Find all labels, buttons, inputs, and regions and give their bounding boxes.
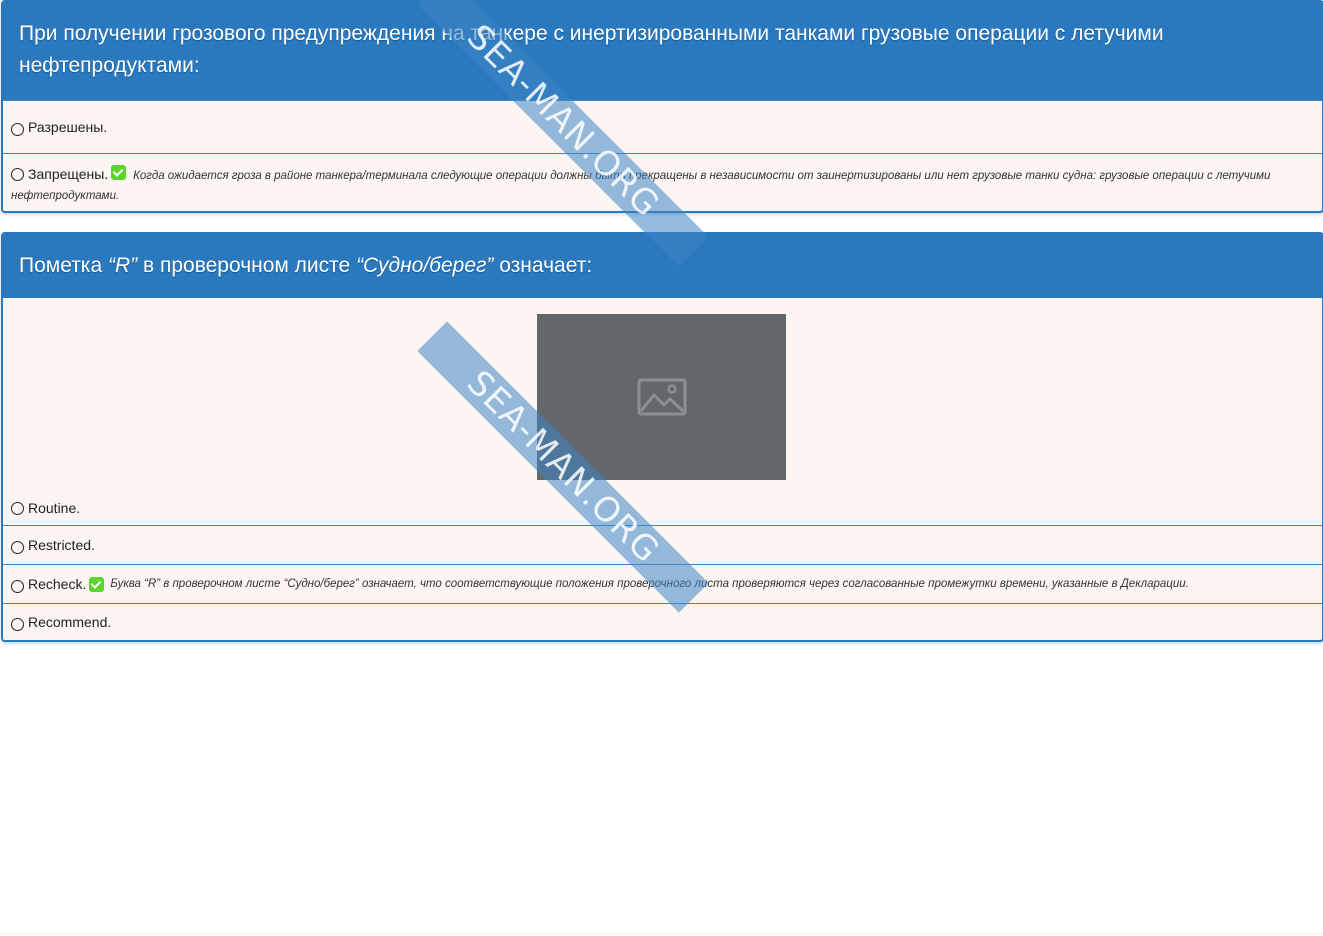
answer-row: Запрещены. Когда ожидается гроза в район…: [11, 165, 1314, 205]
answer-label: Routine.: [28, 500, 81, 516]
radio-button[interactable]: [11, 617, 24, 631]
answer-label: Restricted.: [28, 537, 95, 553]
answer-label: Recheck.: [28, 576, 87, 592]
divider: [0, 933, 1323, 934]
radio-button[interactable]: [11, 540, 24, 554]
question-card-2: Пометка “R” в проверочном листе “Судно/б…: [1, 232, 1323, 642]
radio-button[interactable]: [11, 579, 24, 593]
question-text: означает:: [493, 254, 593, 277]
check-icon: [111, 165, 127, 180]
answer-option[interactable]: Routine.: [3, 494, 1322, 525]
answer-option[interactable]: Разрешены.: [3, 100, 1322, 153]
question-text-em: “R”: [107, 254, 138, 277]
question-title: При получении грозового предупреждения н…: [3, 2, 1322, 100]
image-placeholder-icon: [637, 378, 687, 416]
answer-option[interactable]: Запрещены. Когда ожидается гроза в район…: [3, 153, 1322, 211]
question-image-area: [3, 298, 1322, 494]
question-text: Пометка: [19, 254, 108, 277]
answer-explanation: Когда ожидается гроза в районе танкера/т…: [11, 170, 1271, 202]
answer-option[interactable]: Recheck. Буква “R” в проверочном листе “…: [3, 564, 1322, 603]
question-image: [537, 314, 786, 480]
answer-explanation: Буква “R” в проверочном листе “Судно/бер…: [110, 578, 1189, 590]
radio-button[interactable]: [11, 122, 24, 136]
question-text-em: “Судно/берег”: [356, 254, 494, 277]
answer-option[interactable]: Recommend.: [3, 603, 1322, 640]
answer-label: Запрещены.: [28, 166, 109, 182]
check-icon: [89, 576, 105, 592]
answer-label: Разрешены.: [28, 119, 108, 135]
answer-label: Recommend.: [28, 614, 112, 630]
question-text: в проверочном листе: [137, 254, 357, 277]
answer-option[interactable]: Restricted.: [3, 525, 1322, 564]
radio-button[interactable]: [11, 168, 24, 181]
question-card-1: При получении грозового предупреждения н…: [1, 0, 1323, 213]
question-title: Пометка “R” в проверочном листе “Судно/б…: [3, 234, 1322, 298]
radio-button[interactable]: [11, 502, 24, 515]
